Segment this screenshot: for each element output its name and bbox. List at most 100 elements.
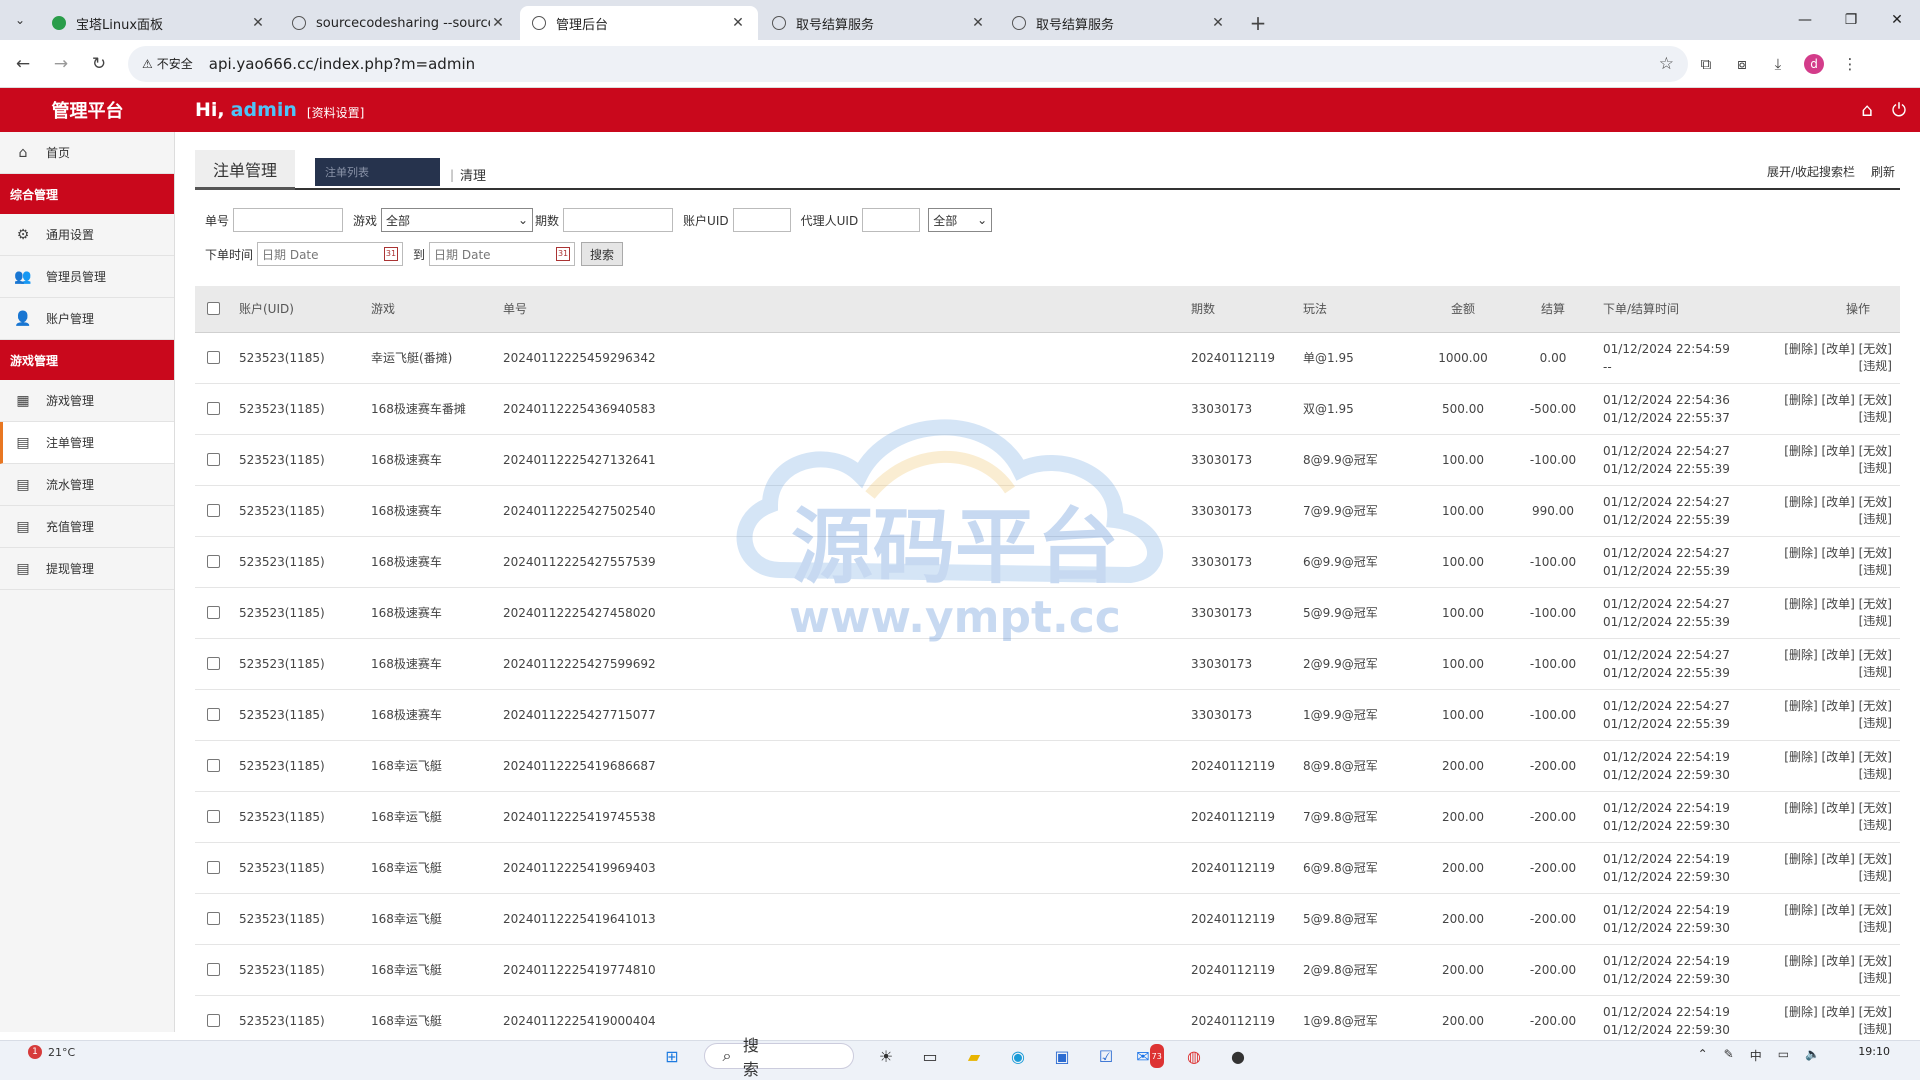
column-header[interactable]: 账户(UID) — [239, 286, 371, 333]
row-checkbox[interactable] — [207, 555, 220, 568]
violation-link[interactable]: [违规] — [1775, 1021, 1892, 1038]
forward-arrow-icon[interactable]: → — [46, 54, 76, 74]
status-select[interactable]: 全部 ⌄ — [928, 208, 993, 232]
download-icon[interactable]: ⤓ — [1760, 55, 1796, 73]
agent-uid-input[interactable] — [862, 208, 921, 232]
row-checkbox[interactable] — [207, 912, 220, 925]
game-select[interactable]: 全部 ⌄ — [381, 208, 534, 232]
row-actions-links[interactable]: [删除] [改单] [无效] — [1775, 851, 1892, 868]
end-date-input[interactable]: 日期 Date 31 — [429, 242, 576, 266]
account-uid-input[interactable] — [732, 208, 791, 232]
row-actions-links[interactable]: [删除] [改单] [无效] — [1775, 698, 1892, 715]
row-actions-links[interactable]: [删除] [改单] [无效] — [1775, 749, 1892, 766]
column-header[interactable]: 单号 — [503, 286, 1191, 333]
chrome-icon[interactable]: ◍ — [1182, 1044, 1206, 1068]
row-actions-links[interactable]: [删除] [改单] [无效] — [1775, 647, 1892, 664]
widgets-icon[interactable]: ☀ — [874, 1044, 898, 1068]
close-tab-icon[interactable]: ✕ — [970, 15, 986, 31]
profile-avatar[interactable]: d — [1804, 53, 1824, 74]
row-actions-links[interactable]: [删除] [改单] [无效] — [1775, 902, 1892, 919]
ime-indicator[interactable]: 中 — [1750, 1047, 1762, 1064]
close-tab-icon[interactable]: ✕ — [730, 15, 746, 31]
violation-link[interactable]: [违规] — [1775, 511, 1892, 528]
browser-tab[interactable]: 宝塔Linux面板 ✕ — [40, 6, 278, 40]
close-tab-icon[interactable]: ✕ — [250, 15, 266, 31]
violation-link[interactable]: [违规] — [1775, 358, 1892, 375]
row-checkbox[interactable] — [207, 708, 220, 721]
column-header[interactable]: 金额 — [1423, 286, 1503, 333]
sidebar-item-settings[interactable]: ⚙ 通用设置 — [0, 214, 174, 256]
edge-browser-icon[interactable]: ◉ — [1006, 1044, 1030, 1068]
violation-link[interactable]: [违规] — [1775, 970, 1892, 987]
column-header[interactable]: 结算 — [1503, 286, 1603, 333]
row-checkbox[interactable] — [207, 504, 220, 517]
toggle-search-link[interactable]: 展开/收起搜索栏 — [1767, 163, 1855, 180]
sidebar-item-flow[interactable]: ▤ 流水管理 — [0, 464, 174, 506]
close-tab-icon[interactable]: ✕ — [1210, 15, 1226, 31]
refresh-link[interactable]: 刷新 — [1871, 163, 1895, 180]
violation-link[interactable]: [违规] — [1775, 460, 1892, 477]
clock[interactable]: 19:10 — [1858, 1045, 1890, 1058]
select-all-checkbox[interactable] — [207, 302, 220, 316]
violation-link[interactable]: [违规] — [1775, 562, 1892, 579]
mail-icon[interactable]: ✉ 73 — [1136, 1044, 1164, 1068]
row-actions-links[interactable]: [删除] [改单] [无效] — [1775, 596, 1892, 613]
url-text[interactable]: api.yao666.cc/index.php?m=admin — [209, 55, 475, 73]
column-header[interactable]: 游戏 — [371, 286, 503, 333]
row-checkbox[interactable] — [207, 606, 220, 619]
violation-link[interactable]: [违规] — [1775, 766, 1892, 783]
app-icon[interactable]: ● — [1226, 1044, 1250, 1068]
column-header[interactable]: 玩法 — [1303, 286, 1423, 333]
task-view-icon[interactable]: ▭ — [918, 1044, 942, 1068]
row-checkbox[interactable] — [207, 1014, 220, 1027]
violation-link[interactable]: [违规] — [1775, 868, 1892, 885]
network-icon[interactable]: ▭ — [1778, 1047, 1789, 1064]
row-actions-links[interactable]: [删除] [改单] [无效] — [1775, 341, 1892, 358]
tab-clear[interactable]: 清理 — [460, 165, 486, 184]
browser-tab[interactable]: 取号结算服务 ✕ — [1000, 6, 1238, 40]
browser-tab[interactable]: sourcecodesharing --sourcec ✕ — [280, 6, 518, 40]
browser-tab[interactable]: 取号结算服务 ✕ — [760, 6, 998, 40]
address-bar[interactable]: ⚠ 不安全 api.yao666.cc/index.php?m=admin ☆ — [128, 45, 1688, 82]
extensions-puzzle-icon[interactable]: ⧇ — [1724, 55, 1760, 73]
close-window-icon[interactable]: ✕ — [1874, 0, 1920, 40]
order-no-input[interactable] — [233, 208, 344, 232]
row-checkbox[interactable] — [207, 402, 220, 415]
store-icon[interactable]: ▣ — [1050, 1044, 1074, 1068]
row-checkbox[interactable] — [207, 861, 220, 874]
search-button[interactable]: 搜索 — [581, 242, 624, 266]
row-checkbox[interactable] — [207, 963, 220, 976]
weather-widget[interactable]: 1 21°C — [28, 1045, 75, 1059]
column-header[interactable]: 下单/结算时间 — [1603, 286, 1775, 333]
row-checkbox[interactable] — [207, 810, 220, 823]
row-actions-links[interactable]: [删除] [改单] [无效] — [1775, 545, 1892, 562]
sidebar-item-recharge[interactable]: ▤ 充值管理 — [0, 506, 174, 548]
row-actions-links[interactable]: [删除] [改单] [无效] — [1775, 800, 1892, 817]
calendar-icon[interactable]: 31 — [384, 247, 399, 261]
row-actions-links[interactable]: [删除] [改单] [无效] — [1775, 953, 1892, 970]
violation-link[interactable]: [违规] — [1775, 664, 1892, 681]
row-actions-links[interactable]: [删除] [改单] [无效] — [1775, 1004, 1892, 1021]
row-checkbox[interactable] — [207, 453, 220, 466]
row-actions-links[interactable]: [删除] [改单] [无效] — [1775, 392, 1892, 409]
sidebar-item-orders[interactable]: ▤ 注单管理 — [0, 422, 174, 464]
violation-link[interactable]: [违规] — [1775, 817, 1892, 834]
new-tab-plus-icon[interactable]: + — [1240, 6, 1276, 40]
sidebar-item-admins[interactable]: 👥 管理员管理 — [0, 256, 174, 298]
bookmark-star-icon[interactable]: ☆ — [1659, 54, 1674, 74]
tab-order-list[interactable]: 注单列表 — [315, 158, 440, 186]
period-input[interactable] — [563, 208, 674, 232]
file-explorer-icon[interactable]: ▰ — [962, 1044, 986, 1068]
tab-groups-icon[interactable]: ⧉ — [1688, 55, 1724, 73]
calendar-icon[interactable]: 31 — [556, 247, 571, 261]
reload-icon[interactable]: ↻ — [84, 54, 114, 74]
security-indicator[interactable]: ⚠ 不安全 — [142, 55, 193, 72]
minimize-icon[interactable]: — — [1782, 0, 1828, 40]
profile-settings-link[interactable]: [资料设置] — [307, 104, 364, 121]
row-checkbox[interactable] — [207, 759, 220, 772]
sidebar-item-home[interactable]: ⌂ 首页 — [0, 132, 174, 174]
todo-check-icon[interactable]: ☑ — [1094, 1044, 1118, 1068]
violation-link[interactable]: [违规] — [1775, 613, 1892, 630]
violation-link[interactable]: [违规] — [1775, 409, 1892, 426]
taskbar-search[interactable]: ⌕ 搜索 — [704, 1036, 854, 1079]
